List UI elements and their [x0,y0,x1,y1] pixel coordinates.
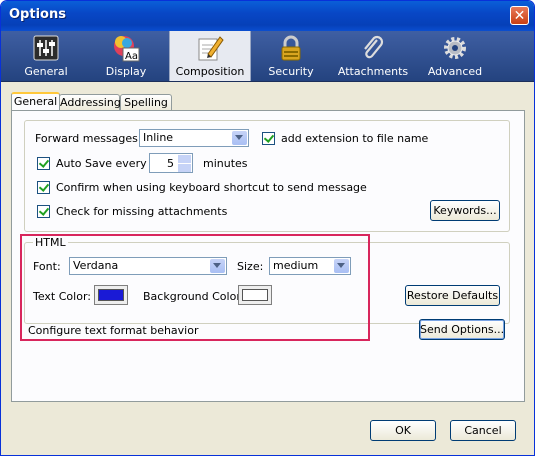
toolbar-display[interactable]: Aa Display [91,31,161,81]
autosave-checkbox[interactable] [37,157,50,170]
svg-text:Aa: Aa [125,51,138,62]
toolbar-label: Display [105,65,147,78]
confirm-shortcut-checkbox[interactable] [37,181,50,194]
general-group: Forward messages: Inline add extension t… [24,120,510,232]
spin-down-icon[interactable] [178,164,191,172]
add-extension-label: add extension to file name [281,132,429,145]
display-icon: Aa [114,36,140,62]
options-window: Options ✕ General Aa Display Composition… [0,0,535,456]
close-icon: ✕ [513,8,526,24]
confirm-shortcut-label: Confirm when using keyboard shortcut to … [56,181,367,194]
forward-value: Inline [143,131,174,144]
toolbar-security[interactable]: Security [256,31,326,81]
tab-label: Addressing [60,96,121,109]
toolbar-label: General [24,65,68,78]
forward-label: Forward messages: [35,132,142,145]
autosave-unit: minutes [203,157,248,170]
keywords-button[interactable]: Keywords... [430,200,500,221]
check-missing-checkbox[interactable] [37,205,50,218]
category-toolbar: General Aa Display Composition Security … [1,31,534,82]
tab-spelling[interactable]: Spelling [120,94,172,111]
toolbar-composition[interactable]: Composition [169,31,251,81]
restore-defaults-button[interactable]: Restore Defaults [405,285,500,306]
toolbar-advanced[interactable]: Advanced [420,31,490,81]
spin-up-icon[interactable] [178,155,191,163]
window-title: Options [9,7,66,22]
toolbar-general[interactable]: General [11,31,81,81]
tab-addressing[interactable]: Addressing [59,94,121,111]
sliders-icon [33,35,59,61]
gear-icon [444,37,466,59]
highlight-box [20,234,370,341]
ok-button[interactable]: OK [370,420,436,441]
cancel-button[interactable]: Cancel [450,420,516,441]
add-extension-checkbox[interactable] [262,132,275,145]
tab-label: General [13,95,58,108]
pencil-paper-icon [198,36,224,61]
title-bar: Options ✕ [1,1,534,31]
toolbar-label: Security [268,65,314,78]
toolbar-label: Advanced [427,65,483,78]
lock-icon [281,35,301,61]
autosave-spinner[interactable]: 5 [149,153,193,173]
toolbar-attachments[interactable]: Attachments [338,31,408,81]
autosave-value: 5 [167,157,174,170]
tab-label: Spelling [124,96,168,109]
send-options-button[interactable]: Send Options... [419,319,505,340]
toolbar-label: Attachments [337,65,409,78]
toolbar-label: Composition [175,65,245,78]
forward-select[interactable]: Inline [139,129,249,147]
paperclip-icon [364,35,384,59]
chevron-down-icon [232,131,247,145]
check-missing-label: Check for missing attachments [56,205,228,218]
close-button[interactable]: ✕ [510,6,529,25]
autosave-label: Auto Save every [56,157,147,170]
